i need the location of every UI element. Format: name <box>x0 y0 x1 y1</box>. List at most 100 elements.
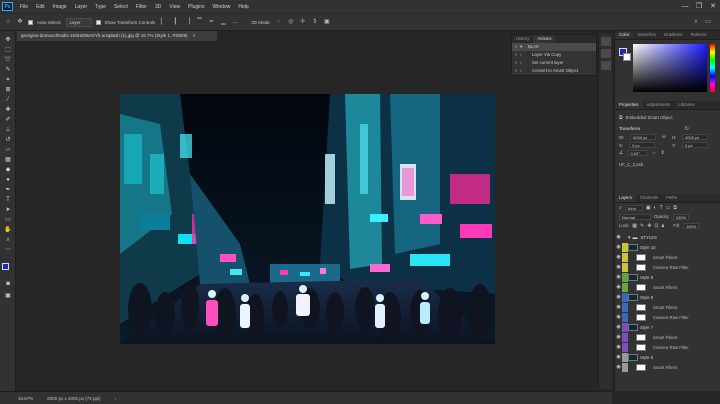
smart-filter-mask-thumbnail[interactable] <box>636 344 646 351</box>
tab-properties[interactable]: Properties <box>615 101 643 109</box>
smart-filter-mask-thumbnail[interactable] <box>636 264 646 271</box>
quick-mask-icon[interactable]: ◙ <box>1 279 15 289</box>
layer-thumbnail[interactable] <box>628 324 638 331</box>
layer-thumbnail[interactable] <box>628 354 638 361</box>
frame-tool-icon[interactable]: ⊠ <box>1 85 15 95</box>
check-icon[interactable]: ✓ <box>512 67 520 75</box>
fill-field[interactable]: 100% <box>682 222 699 229</box>
lock-position-icon[interactable]: ✥ <box>647 223 651 229</box>
minimize-button[interactable]: — <box>678 0 692 13</box>
visibility-eye-icon[interactable]: ◉ <box>615 233 622 242</box>
smart-filter-row[interactable]: ◉ Camera Raw Filter <box>615 313 720 322</box>
expand-chevron-icon[interactable]: › <box>520 51 532 59</box>
align-center-icon[interactable]: ┃ <box>171 18 179 26</box>
menu-image[interactable]: Image <box>49 4 71 10</box>
visibility-eye-icon[interactable]: ◉ <box>615 303 622 312</box>
hand-tool-icon[interactable]: ✋ <box>1 225 15 235</box>
clone-stamp-tool-icon[interactable]: ⊥ <box>1 125 15 135</box>
width-field[interactable]: 6000 px <box>630 134 657 140</box>
smart-filter-mask-thumbnail[interactable] <box>636 304 646 311</box>
visibility-eye-icon[interactable]: ◉ <box>615 343 622 352</box>
visibility-eye-icon[interactable]: ◉ <box>615 353 622 362</box>
visibility-eye-icon[interactable]: ◉ <box>615 313 622 322</box>
lock-paint-icon[interactable]: ✎ <box>640 223 644 229</box>
auto-select-dropdown[interactable]: Layer <box>65 17 92 27</box>
link-icon[interactable]: ∞ <box>662 134 666 140</box>
menu-help[interactable]: Help <box>234 4 252 10</box>
smart-filter-mask-thumbnail[interactable] <box>636 284 646 291</box>
tab-patterns[interactable]: Patterns <box>687 31 711 39</box>
lock-artboard-icon[interactable]: ⊡ <box>654 223 658 229</box>
lock-all-icon[interactable]: 🔒︎ <box>662 223 665 229</box>
quick-select-tool-icon[interactable]: ✎ <box>1 65 15 75</box>
marquee-tool-icon[interactable]: ⬚ <box>1 45 15 55</box>
smart-filter-row[interactable]: ◉ Camera Raw Filter <box>615 343 720 352</box>
layer-thumbnail[interactable] <box>628 294 638 301</box>
smart-filter-row[interactable]: ◉ Smart Filters <box>615 303 720 312</box>
shape-tool-icon[interactable]: ▭ <box>1 215 15 225</box>
properties-panel-icon[interactable] <box>601 61 611 70</box>
smart-filter-mask-thumbnail[interactable] <box>636 254 646 261</box>
crop-tool-icon[interactable]: ⌗ <box>1 75 15 85</box>
move-tool-icon[interactable]: ✥ <box>16 18 24 26</box>
blend-mode-select[interactable]: Normal <box>619 213 651 220</box>
align-bottom-icon[interactable]: ▁ <box>219 18 227 26</box>
visibility-eye-icon[interactable]: ◉ <box>615 293 622 302</box>
visibility-eye-icon[interactable]: ◉ <box>615 323 622 332</box>
visibility-eye-icon[interactable]: ◉ <box>615 263 622 272</box>
check-icon[interactable]: ✓ <box>512 59 520 67</box>
filter-shape-icon[interactable]: ▭ <box>666 205 671 211</box>
tab-history[interactable]: History <box>512 35 533 43</box>
flip-vertical-icon[interactable]: ⇕ <box>660 150 664 156</box>
menu-window[interactable]: Window <box>209 4 235 10</box>
history-brush-tool-icon[interactable]: ↺ <box>1 135 15 145</box>
tab-color[interactable]: Color <box>615 31 634 39</box>
home-icon[interactable]: ⌂ <box>4 18 12 26</box>
menu-filter[interactable]: Filter <box>132 4 151 10</box>
tab-paths[interactable]: Paths <box>662 194 681 202</box>
auto-select-checkbox[interactable] <box>28 19 33 25</box>
tab-gradients[interactable]: Gradients <box>660 31 687 39</box>
edit-toolbar-icon[interactable]: ⋯ <box>1 245 15 255</box>
filter-pixel-icon[interactable]: ▣ <box>646 205 651 211</box>
maximize-button[interactable]: ❐ <box>692 0 706 13</box>
smart-filter-row[interactable]: ◉ Smart Filters <box>615 283 720 292</box>
action-row[interactable]: ✓ › Set current layer <box>512 59 596 67</box>
3d-rotate-icon[interactable]: ◌ <box>275 18 283 26</box>
tab-libraries[interactable]: Libraries <box>674 101 698 109</box>
blur-tool-icon[interactable]: ◆ <box>1 165 15 175</box>
height-field[interactable]: 4000 px <box>682 134 709 140</box>
layer-thumbnail[interactable] <box>628 244 638 251</box>
lock-pixels-icon[interactable]: ▦ <box>632 223 637 229</box>
filter-smart-icon[interactable]: ⧉ <box>673 205 677 211</box>
hue-slider[interactable] <box>710 44 715 92</box>
smart-filter-mask-thumbnail[interactable] <box>636 364 646 371</box>
search-icon[interactable]: ⌕ <box>692 18 700 26</box>
document-tab-close-icon[interactable]: × <box>193 33 196 38</box>
action-row[interactable]: ✓ › Layer Via Copy <box>512 51 596 59</box>
smart-filter-row[interactable]: ◉ Smart Filters <box>615 333 720 342</box>
move-tool-icon[interactable]: ✥ <box>1 35 15 45</box>
type-tool-icon[interactable]: T <box>1 195 15 205</box>
actions-panel-icon[interactable] <box>601 49 611 58</box>
tab-swatches[interactable]: Swatches <box>633 31 660 39</box>
background-color-chip[interactable] <box>623 53 631 61</box>
angle-field[interactable]: 0.00° <box>627 150 648 156</box>
x-field[interactable]: 0 px <box>629 142 656 148</box>
healing-brush-tool-icon[interactable]: ✚ <box>1 105 15 115</box>
gradient-tool-icon[interactable]: ▦ <box>1 155 15 165</box>
layer-row[interactable]: ◉ Style 9 <box>615 273 720 282</box>
screen-mode-icon[interactable]: ▣ <box>1 291 15 301</box>
layer-row[interactable]: ◉ Style 10 <box>615 243 720 252</box>
3d-roll-icon[interactable]: ◎ <box>287 18 295 26</box>
document-tab[interactable]: georgios-domouchtsidis-1KhHZWeIVYk-unspl… <box>17 31 217 41</box>
action-row[interactable]: ✓ ▾ BLAK <box>512 43 596 51</box>
expand-chevron-icon[interactable]: › <box>520 59 532 67</box>
more-options-icon[interactable]: … <box>231 18 239 26</box>
show-transform-checkbox[interactable] <box>95 19 101 25</box>
expand-chevron-icon[interactable]: › <box>520 67 532 75</box>
expand-chevron-icon[interactable]: ▾ <box>520 43 528 51</box>
menu-edit[interactable]: Edit <box>32 4 49 10</box>
workspace-icon[interactable]: ▭ <box>704 18 712 26</box>
3d-pan-icon[interactable]: ✛ <box>299 18 307 26</box>
